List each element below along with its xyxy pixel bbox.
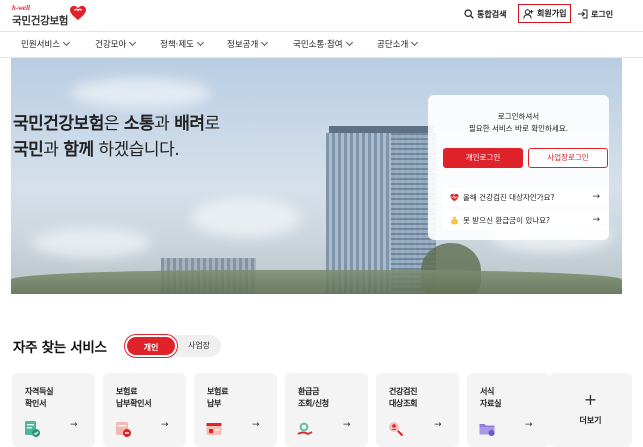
hero-slogan-line2: 국민과 함께 하겠습니다. [13, 137, 220, 163]
nav-item-about[interactable]: 공단소개 [377, 32, 419, 58]
arrow-right-icon: → [252, 420, 260, 430]
arrow-right-icon: → [592, 215, 600, 225]
slogan-word: 함께 [63, 140, 94, 160]
service-card-premium-payment[interactable]: 보험료 납부 → [194, 373, 277, 447]
slogan-word: 과 [43, 140, 64, 160]
id-card-icon [25, 421, 40, 437]
tab-personal[interactable]: 개인 [125, 335, 177, 357]
tab-business[interactable]: 사업장 [179, 335, 219, 357]
user-add-icon [523, 8, 534, 19]
arrow-right-icon: → [161, 420, 169, 430]
chevron-down-icon [261, 38, 269, 47]
chevron-down-icon [196, 38, 205, 47]
login-label: 로그인 [591, 9, 614, 19]
treeline-image [11, 270, 622, 294]
service-type-toggle: 개인 사업장 [125, 335, 221, 357]
hero-slogan-line1: 국민건강보험은 소통과 배려로 [13, 111, 220, 137]
logo-main-text: 국민건강보험 [12, 15, 69, 27]
arrow-right-icon: → [592, 192, 600, 202]
frequent-services-title: 자주 찾는 서비스 [13, 340, 107, 356]
login-message-line: 필요한 서비스 바로 확인하세요. [468, 124, 569, 133]
link-label: 올해 건강검진 대상자인가요? [463, 193, 555, 202]
card-label: 서식 자료실 [480, 387, 502, 408]
service-card-refund[interactable]: 환급금 조회/신청 → [285, 373, 368, 447]
nav-item-label: 정보공개 [227, 40, 259, 50]
arrow-right-icon: → [525, 420, 533, 430]
login-message-line: 로그인하셔서 [497, 112, 540, 121]
nav-item-label: 공단소개 [377, 40, 409, 50]
heart-logo-icon [70, 5, 86, 21]
cloud-decoration [191, 198, 301, 238]
business-login-button[interactable]: 사업장로그인 [528, 148, 608, 168]
login-icon [578, 9, 588, 19]
link-label: 못 받으신 환급금이 있나요? [463, 216, 551, 225]
card-label: 건강검진 대상조회 [389, 387, 418, 408]
main-navigation: 민원서비스 건강모아 정책·제도 정보공개 국민소통·참여 공단소개 [0, 31, 643, 58]
unclaimed-refund-link[interactable]: 못 받으신 환급금이 있나요? → [443, 211, 608, 230]
chevron-down-icon [129, 38, 137, 47]
slogan-word: 소통 [123, 114, 155, 134]
slogan-word: 로 [204, 114, 221, 134]
more-services-button[interactable]: + 더보기 [549, 373, 632, 447]
chevron-down-icon [345, 38, 353, 47]
chevron-down-icon [411, 38, 419, 47]
slogan-word: 하겠습니다. [93, 140, 180, 160]
document-check-icon [116, 422, 131, 437]
service-card-premium-confirmation[interactable]: 보험료 납부확인서 → [103, 373, 186, 447]
cloud-decoration [71, 78, 211, 108]
slogan-word: 국민 [13, 140, 44, 160]
nhis-logo[interactable]: h-well 국민건강보험 [12, 4, 86, 28]
card-label: 환급금 조회/신청 [298, 387, 329, 408]
nav-item-civil-service[interactable]: 민원서비스 [21, 32, 71, 58]
health-checkup-target-link[interactable]: 올해 건강검진 대상자인가요? → [443, 188, 608, 207]
site-header: h-well 국민건강보험 통합검색 회원가입 로그인 [0, 0, 643, 31]
integrated-search-link[interactable]: 통합검색 [464, 5, 506, 23]
slogan-word: 배려 [174, 114, 205, 134]
slogan-word: 은 [103, 114, 124, 134]
login-panel: 로그인하셔서 필요한 서비스 바로 확인하세요. 개인로그인 사업장로그인 올해… [428, 95, 609, 240]
cloud-decoration [31, 228, 151, 258]
login-link[interactable]: 로그인 [577, 5, 613, 23]
card-label: 자격득실 확인서 [25, 387, 54, 408]
service-card-health-checkup[interactable]: 건강검진 대상조회 → [376, 373, 459, 447]
card-label: 보험료 납부 [207, 387, 229, 408]
hero-slogan: 국민건강보험은 소통과 배려로 국민과 함께 하겠습니다. [13, 111, 220, 163]
plus-icon: + [583, 390, 598, 409]
signup-link[interactable]: 회원가입 [518, 4, 572, 23]
nav-item-health-moa[interactable]: 건강모아 [95, 32, 137, 58]
arrow-right-icon: → [434, 420, 442, 430]
service-card-eligibility[interactable]: 자격득실 확인서 → [12, 373, 95, 447]
arrow-right-icon: → [70, 420, 78, 430]
heart-pulse-icon [450, 193, 459, 202]
slogan-word: 국민건강보험 [13, 114, 104, 134]
folder-icon [479, 424, 495, 436]
service-card-forms-library[interactable]: 서식 자료실 → [467, 373, 550, 447]
signup-label: 회원가입 [537, 9, 567, 18]
coin-pouch-icon [450, 216, 459, 225]
magnifier-person-icon [389, 422, 404, 437]
nav-item-label: 정책·제도 [160, 40, 194, 50]
nav-item-policy[interactable]: 정책·제도 [160, 32, 205, 58]
slogan-word: 과 [154, 114, 175, 134]
more-label: 더보기 [579, 416, 602, 425]
nav-item-info-disclosure[interactable]: 정보공개 [227, 32, 269, 58]
logo-sub-text: h-well [12, 4, 30, 12]
coin-hand-icon [297, 422, 313, 436]
arrow-right-icon: → [343, 420, 351, 430]
nav-item-label: 국민소통·참여 [293, 40, 343, 50]
login-message: 로그인하셔서 필요한 서비스 바로 확인하세요. [428, 111, 609, 135]
nav-item-communication[interactable]: 국민소통·참여 [293, 32, 353, 58]
personal-login-button[interactable]: 개인로그인 [443, 148, 523, 168]
nav-item-label: 건강모아 [95, 40, 127, 50]
search-label: 통합검색 [477, 9, 507, 19]
nav-item-label: 민원서비스 [21, 40, 61, 50]
card-label: 보험료 납부확인서 [116, 387, 152, 408]
chevron-down-icon [63, 38, 71, 47]
payment-terminal-icon [206, 423, 222, 435]
search-icon [464, 9, 474, 19]
